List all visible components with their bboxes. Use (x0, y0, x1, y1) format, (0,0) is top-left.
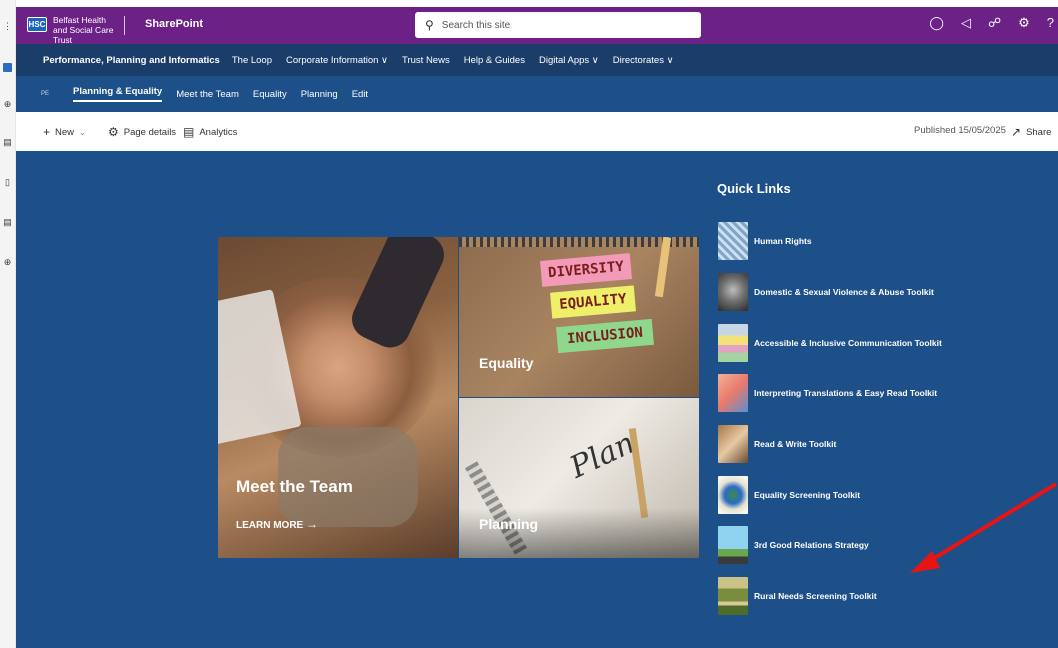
learn-more-link[interactable]: LEARN MORE → (236, 517, 318, 531)
equality-title: Equality (479, 355, 534, 371)
quick-link-rural-needs-screening[interactable]: Rural Needs Screening Toolkit (718, 571, 1018, 622)
search-placeholder: Search this site (441, 19, 511, 31)
app-rail: ⋮ ⊕ ▤ ▯ ▤ ⊕ (0, 0, 16, 648)
quick-link-label: Rural Needs Screening Toolkit (754, 591, 877, 602)
list-icon[interactable]: ▤ (3, 218, 12, 227)
quick-link-equality-screening[interactable]: Equality Screening Toolkit (718, 469, 1018, 520)
hub-nav-item-trust-news[interactable]: Trust News (402, 55, 450, 66)
quick-link-read-write[interactable]: Read & Write Toolkit (718, 419, 1018, 470)
site-nav-item-planning-equality[interactable]: Planning & Equality (73, 86, 163, 102)
hub-nav: Performance, Planning and Informatics Th… (16, 44, 1058, 76)
news-icon[interactable]: ▤ (3, 138, 12, 147)
share-icon: ↗ (1011, 125, 1022, 139)
org-name[interactable]: Belfast Health and Social Care Trust (53, 15, 117, 45)
quick-link-label: Interpreting Translations & Easy Read To… (754, 388, 938, 399)
quick-link-good-relations-strategy[interactable]: 3rd Good Relations Strategy (718, 520, 1018, 571)
hub-nav-item-corporate-information[interactable]: Corporate Information ∨ (286, 55, 388, 66)
search-input[interactable]: ⚲ Search this site (415, 12, 701, 38)
share-button[interactable]: ↗ Share (1011, 125, 1051, 139)
quick-links-list: Human Rights Domestic & Sexual Violence … (718, 216, 1018, 622)
hsc-logo[interactable]: HSC (27, 17, 47, 32)
quick-link-thumbnail (718, 526, 748, 565)
page-details-button[interactable]: ⚙ Page details (108, 125, 176, 139)
quick-link-thumbnail (718, 222, 748, 261)
quick-link-thumbnail (718, 577, 748, 616)
sleeve-decoration (345, 237, 451, 355)
site-nav: PE Planning & Equality Meet the Team Equ… (16, 76, 1058, 112)
planning-title: Planning (479, 516, 539, 532)
command-bar: + New ⌄ ⚙ Page details ▤ Analytics Publi… (16, 112, 1058, 151)
quick-link-thumbnail (718, 425, 748, 464)
globe-icon[interactable]: ⊕ (3, 100, 12, 109)
analytics-icon: ▤ (183, 125, 195, 139)
help-icon[interactable]: ? (1047, 15, 1054, 31)
gear-icon[interactable]: ⚙ (1018, 15, 1030, 31)
app-name[interactable]: SharePoint (145, 18, 203, 30)
quick-link-interpreting-translations[interactable]: Interpreting Translations & Easy Read To… (718, 368, 1018, 419)
sticky-note-diversity: DIVERSITY (540, 253, 632, 287)
quick-link-label: Read & Write Toolkit (754, 439, 837, 450)
copilot-icon[interactable]: ◯ (929, 15, 944, 31)
quick-links-title: Quick Links (717, 181, 791, 196)
quick-link-thumbnail (718, 475, 748, 514)
new-button[interactable]: + New ⌄ (43, 125, 86, 139)
plus-icon: + (43, 125, 51, 139)
analytics-button[interactable]: ▤ Analytics (183, 125, 237, 139)
hub-title[interactable]: Performance, Planning and Informatics (43, 55, 220, 66)
quick-link-label: 3rd Good Relations Strategy (754, 540, 869, 551)
site-nav-item-equality[interactable]: Equality (253, 89, 287, 100)
quick-link-human-rights[interactable]: Human Rights (718, 216, 1018, 267)
megaphone-icon[interactable]: ◁ (961, 15, 971, 31)
published-status: Published 15/05/2025 (914, 125, 1006, 136)
quick-link-label: Human Rights (754, 236, 812, 247)
hero-tile-meet-the-team[interactable]: Meet the Team LEARN MORE → (218, 237, 458, 558)
meet-the-team-title: Meet the Team (236, 477, 353, 496)
chevron-down-icon: ⌄ (79, 127, 86, 137)
site-nav-item-meet-the-team[interactable]: Meet the Team (176, 89, 239, 100)
site-logo[interactable]: PE (41, 91, 49, 97)
add-icon[interactable]: ⊕ (3, 258, 12, 267)
quick-link-label: Domestic & Sexual Violence & Abuse Toolk… (754, 287, 934, 298)
pencil-decoration (628, 427, 649, 519)
hero-tile-planning[interactable]: Plan Planning (459, 398, 699, 558)
sticky-note-equality: EQUALITY (550, 285, 636, 319)
hub-nav-item-the-loop[interactable]: The Loop (232, 55, 272, 66)
site-nav-item-planning[interactable]: Planning (301, 89, 338, 100)
arrow-right-icon: → (306, 517, 319, 531)
suite-icons: ◯ ◁ ☍ ⚙ ? (929, 15, 1054, 31)
quick-link-label: Equality Screening Toolkit (754, 489, 861, 500)
learn-more-label: LEARN MORE (236, 520, 304, 531)
search-icon: ⚲ (425, 18, 434, 32)
sharepoint-app-icon[interactable] (3, 63, 12, 72)
suite-divider (124, 16, 125, 35)
hub-nav-item-help-guides[interactable]: Help & Guides (464, 55, 525, 66)
page-canvas: Meet the Team LEARN MORE → DIVERSITY EQU… (16, 151, 1058, 648)
quick-link-thumbnail (718, 323, 748, 362)
hub-nav-item-digital-apps[interactable]: Digital Apps ∨ (539, 55, 599, 66)
settings-icon: ⚙ (108, 125, 119, 139)
site-nav-edit-link[interactable]: Edit (352, 89, 368, 100)
quick-link-thumbnail (718, 374, 748, 413)
file-icon[interactable]: ▯ (3, 178, 12, 187)
quick-link-domestic-sexual-violence[interactable]: Domestic & Sexual Violence & Abuse Toolk… (718, 267, 1018, 318)
hero-tile-equality[interactable]: DIVERSITY EQUALITY INCLUSION Equality (459, 237, 699, 397)
hub-nav-item-directorates[interactable]: Directorates ∨ (613, 55, 674, 66)
quick-link-label: Accessible & Inclusive Communication Too… (754, 337, 942, 348)
sticky-note-inclusion: INCLUSION (556, 318, 654, 354)
page-details-label: Page details (123, 126, 177, 138)
waffle-icon[interactable]: ⋮ (3, 22, 12, 31)
analytics-label: Analytics (199, 126, 238, 138)
suite-bar: HSC Belfast Health and Social Care Trust… (16, 7, 1058, 45)
people-icon[interactable]: ☍ (988, 15, 1001, 31)
quick-link-thumbnail (718, 273, 748, 312)
quick-link-accessible-communication[interactable]: Accessible & Inclusive Communication Too… (718, 317, 1018, 368)
new-label: New (55, 126, 75, 138)
share-label: Share (1026, 126, 1052, 138)
